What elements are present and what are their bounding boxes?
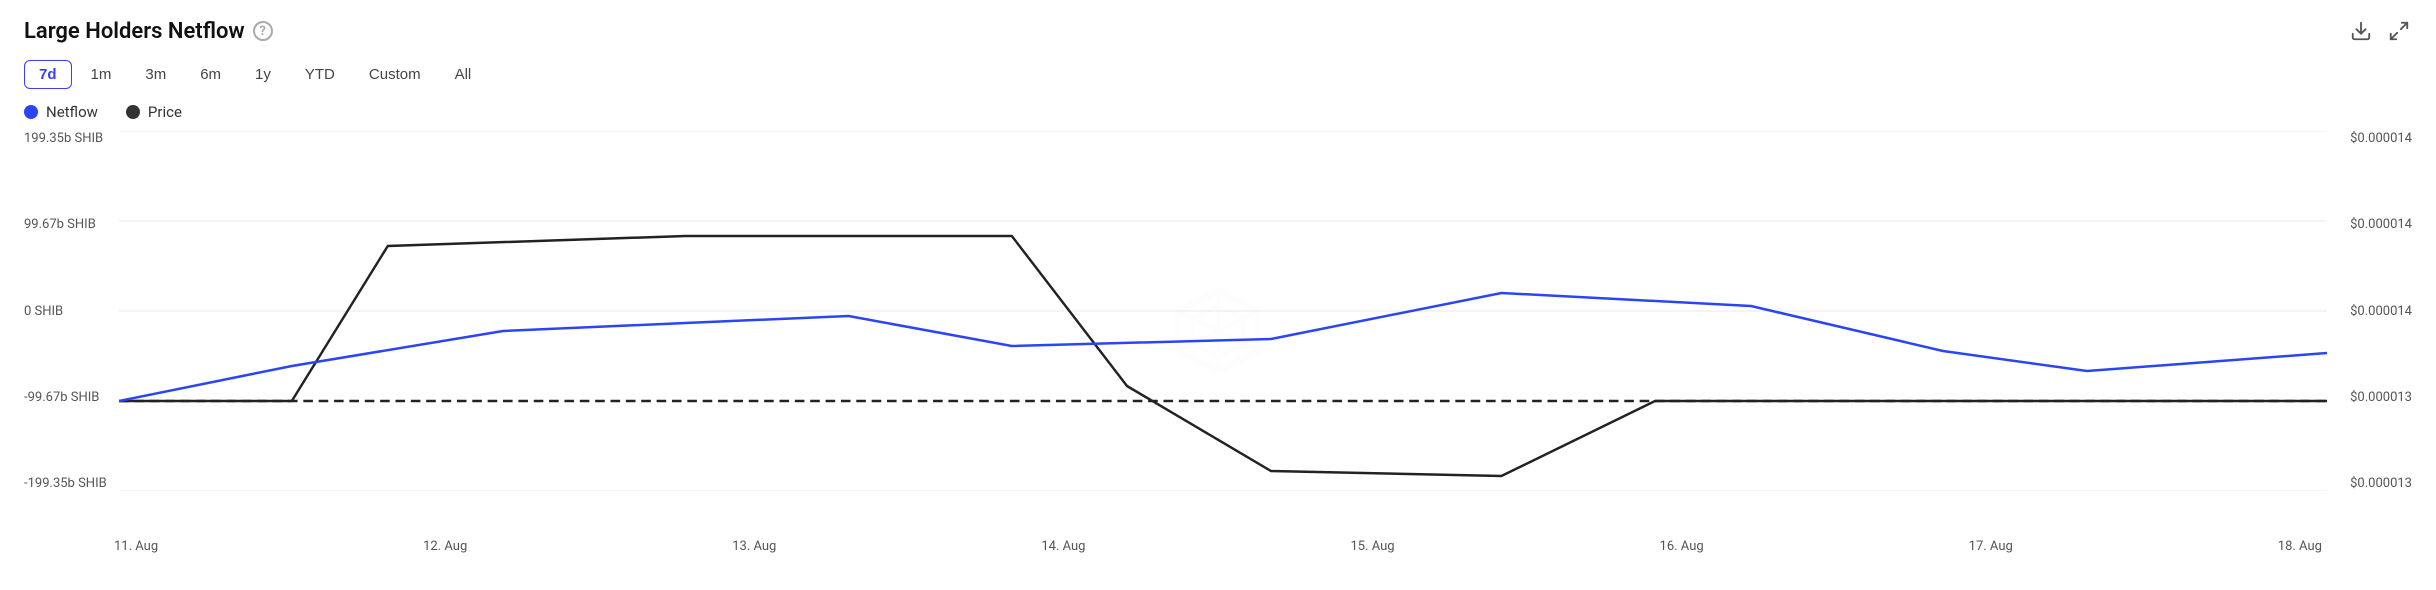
download-icon[interactable] bbox=[2348, 18, 2374, 44]
header-actions bbox=[2348, 18, 2412, 44]
netflow-line bbox=[119, 293, 2327, 401]
filter-btn-7d[interactable]: 7d bbox=[24, 60, 72, 89]
y-label-bottom: -199.35b SHIB bbox=[24, 476, 107, 491]
x-label-4: 15. Aug bbox=[1350, 539, 1394, 554]
page-container: Large Holders Netflow ? 7d1m3 bbox=[0, 0, 2436, 590]
x-label-5: 16. Aug bbox=[1660, 539, 1704, 554]
filter-btn-all[interactable]: All bbox=[440, 60, 487, 89]
legend-price: Price bbox=[126, 103, 182, 121]
expand-icon[interactable] bbox=[2386, 18, 2412, 44]
page-title: Large Holders Netflow bbox=[24, 19, 245, 44]
x-label-7: 18. Aug bbox=[2278, 539, 2322, 554]
price-dot bbox=[126, 105, 140, 119]
y-label-right-neg1: $0.000013 bbox=[2350, 390, 2412, 405]
filter-btn-1m[interactable]: 1m bbox=[76, 60, 127, 89]
x-label-6: 17. Aug bbox=[1969, 539, 2013, 554]
y-label-zero: 0 SHIB bbox=[24, 304, 107, 319]
chart-svg bbox=[119, 131, 2327, 491]
y-label-1: 99.67b SHIB bbox=[24, 217, 107, 232]
x-label-3: 14. Aug bbox=[1041, 539, 1085, 554]
x-label-0: 11. Aug bbox=[114, 539, 158, 554]
price-label: Price bbox=[148, 103, 182, 121]
y-label-neg1: -99.67b SHIB bbox=[24, 390, 107, 405]
filter-btn-1y[interactable]: 1y bbox=[240, 60, 286, 89]
y-label-top: 199.35b SHIB bbox=[24, 131, 107, 146]
filter-btn-ytd[interactable]: YTD bbox=[290, 60, 350, 89]
header-left: Large Holders Netflow ? bbox=[24, 19, 273, 44]
filter-btn-3m[interactable]: 3m bbox=[130, 60, 181, 89]
netflow-dot bbox=[24, 105, 38, 119]
y-label-right-1: $0.000014 bbox=[2350, 217, 2412, 232]
header: Large Holders Netflow ? bbox=[24, 18, 2412, 44]
time-filters: 7d1m3m6m1yYTDCustomAll bbox=[24, 60, 2412, 89]
x-label-2: 13. Aug bbox=[732, 539, 776, 554]
help-icon[interactable]: ? bbox=[253, 21, 273, 41]
filter-btn-6m[interactable]: 6m bbox=[185, 60, 236, 89]
y-label-right-zero: $0.000014 bbox=[2350, 304, 2412, 319]
chart-area: 199.35b SHIB 99.67b SHIB 0 SHIB -99.67b … bbox=[24, 131, 2412, 531]
x-label-1: 12. Aug bbox=[423, 539, 467, 554]
price-line bbox=[119, 236, 2327, 476]
x-axis-labels: 11. Aug 12. Aug 13. Aug 14. Aug 15. Aug … bbox=[24, 535, 2412, 554]
y-label-right-bottom: $0.000013 bbox=[2350, 476, 2412, 491]
legend-netflow: Netflow bbox=[24, 103, 98, 121]
legend: Netflow Price bbox=[24, 103, 2412, 121]
y-label-right-top: $0.000014 bbox=[2350, 131, 2412, 146]
filter-btn-custom[interactable]: Custom bbox=[354, 60, 436, 89]
netflow-label: Netflow bbox=[46, 103, 98, 121]
